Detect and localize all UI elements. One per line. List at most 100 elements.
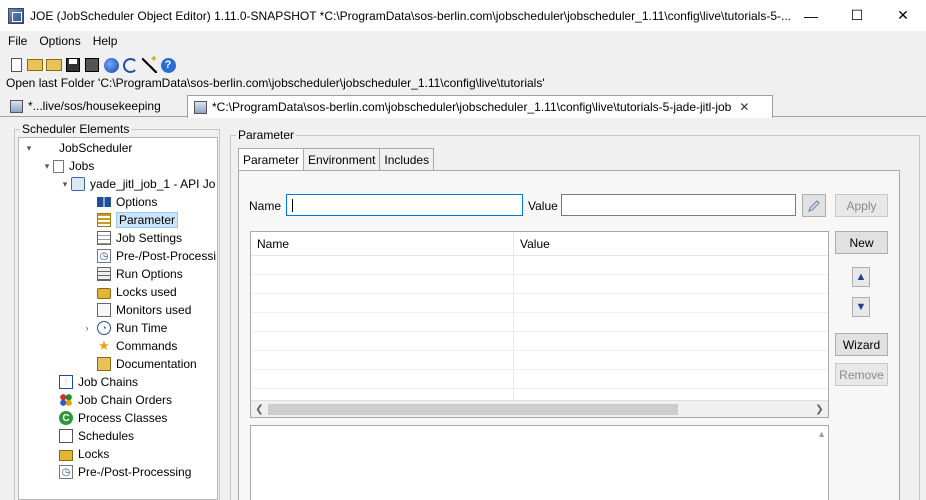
open-icon [27,59,43,71]
column-separator [513,232,514,402]
tree-item-jobscheduler[interactable]: ▾ JobScheduler [23,139,133,157]
menu-options[interactable]: Options [33,34,86,48]
options-icon [97,197,111,207]
help-icon: ? [160,57,176,73]
app-icon [8,7,24,24]
tree-label: Run Options [116,267,183,281]
tree-item-job-chains[interactable]: ⫶ Job Chains [59,373,138,391]
open-last-folder-link[interactable]: Open last Folder 'C:\ProgramData\sos-ber… [6,76,545,90]
tree-label: Commands [116,339,178,353]
open-folder-icon [46,59,62,71]
globe-button[interactable] [103,57,119,73]
collapse-icon[interactable]: ▾ [23,143,35,154]
tree-label: Pre-/Post-Processi [116,249,217,263]
table-header: Name Value [251,232,828,256]
parameter-tabs: Parameter Environment Includes [238,148,435,170]
tree-item-commands[interactable]: ★ Commands [97,337,177,355]
tree-item-pre-post-processing-root[interactable]: ◷ Pre-/Post-Processing [59,463,191,481]
tree-item-locks-used[interactable]: Locks used [97,283,177,301]
menu-help[interactable]: Help [87,34,124,48]
grid-line [251,369,828,370]
name-input[interactable] [286,194,523,216]
apply-button[interactable]: Apply [835,194,888,217]
close-button[interactable]: ✕ [880,0,926,31]
edit-value-button[interactable] [802,194,826,217]
menu-file[interactable]: File [2,34,33,48]
wizard-toolbar-button[interactable] [141,57,157,73]
remove-button[interactable]: Remove [835,363,888,386]
open-folder-button[interactable] [46,57,62,73]
value-label: Value [528,199,558,213]
tree-item-run-time[interactable]: › ◔ Run Time [81,319,167,337]
tab-environment[interactable]: Environment [303,148,381,170]
parameter-table: Name Value ❮ ❯ [250,231,829,418]
move-down-button[interactable]: ▼ [852,297,870,317]
tab-tutorials-5-jade-jitl-job[interactable]: *C:\ProgramData\sos-berlin.com\jobschedu… [187,95,773,118]
open-button[interactable] [27,57,43,73]
minimize-button[interactable]: — [788,0,834,31]
tree-item-schedules[interactable]: Schedules [59,427,134,445]
tree-item-job-settings[interactable]: Job Settings [97,229,182,247]
tree-item-job[interactable]: ▾ yade_jitl_job_1 - API Jo [59,175,215,193]
help-button[interactable]: ? [160,57,176,73]
pre-post-icon: ◷ [59,465,73,479]
scroll-left-icon[interactable]: ❮ [251,401,268,417]
documentation-icon [97,357,111,371]
name-label: Name [249,199,282,213]
settings-icon [97,231,111,245]
jobs-icon [53,159,64,173]
tree-item-jobs[interactable]: ▾ Jobs [41,157,95,175]
grid-line [251,312,828,313]
tab-includes[interactable]: Includes [379,148,435,170]
parameter-group-title: Parameter [236,128,297,142]
column-header-name[interactable]: Name [251,232,289,256]
new-button[interactable]: New [835,231,888,254]
globe-icon [103,57,119,73]
scrollbar-thumb[interactable] [268,404,678,415]
tree-item-monitors-used[interactable]: Monitors used [97,301,191,319]
expand-icon[interactable]: › [81,323,93,333]
scroll-up-icon[interactable]: ▲ [817,429,826,439]
grid-line [251,350,828,351]
tree-item-run-options[interactable]: Run Options [97,265,183,283]
tree-item-pre-post-processing[interactable]: ◷ Pre-/Post-Processi [97,247,216,265]
move-up-button[interactable]: ▲ [852,267,870,287]
tab-label: *...live/sos/housekeeping [28,99,161,113]
tab-parameter[interactable]: Parameter [238,148,305,170]
save-button[interactable] [65,57,81,73]
wizard-button[interactable]: Wizard [835,333,888,356]
window-title: JOE (JobScheduler Object Editor) 1.11.0-… [30,8,792,23]
scroll-right-icon[interactable]: ❯ [811,401,828,417]
grid-line [251,331,828,332]
tree-item-documentation[interactable]: Documentation [97,355,197,373]
star-icon: ★ [98,338,110,353]
close-tab-icon[interactable]: ✕ [739,100,749,114]
value-input[interactable] [561,194,796,216]
collapse-icon[interactable]: ▾ [41,161,53,172]
collapse-icon[interactable]: ▾ [59,179,71,190]
maximize-button[interactable]: ☐ [834,0,880,31]
tree-item-options[interactable]: Options [97,193,157,211]
tree-item-parameter[interactable]: Parameter [97,211,179,229]
clock-icon: ◔ [97,321,111,335]
tree-label: Documentation [116,357,197,371]
arrow-down-icon: ▼ [855,301,867,313]
tree-label: Job Chains [78,375,139,389]
new-button[interactable] [8,57,24,73]
tree-label: Options [116,195,158,209]
tab-label: *C:\ProgramData\sos-berlin.com\jobschedu… [212,100,732,114]
save-as-button[interactable] [84,57,100,73]
tree-item-process-classes[interactable]: C Process Classes [59,409,167,427]
monitor-icon [97,303,111,317]
parameter-description-area[interactable]: ▲ [250,425,829,500]
tree-label: JobScheduler [59,141,133,155]
tab-housekeeping[interactable]: *...live/sos/housekeeping [4,95,186,117]
lock-icon [97,288,111,299]
save-as-icon [85,58,99,72]
tree-item-job-chain-orders[interactable]: Job Chain Orders [59,391,172,409]
horizontal-scrollbar[interactable]: ❮ ❯ [251,400,828,417]
column-header-value[interactable]: Value [514,232,550,256]
undo-button[interactable] [122,57,138,73]
toolbar: ? [0,55,176,75]
tree-item-locks[interactable]: Locks [59,445,109,463]
